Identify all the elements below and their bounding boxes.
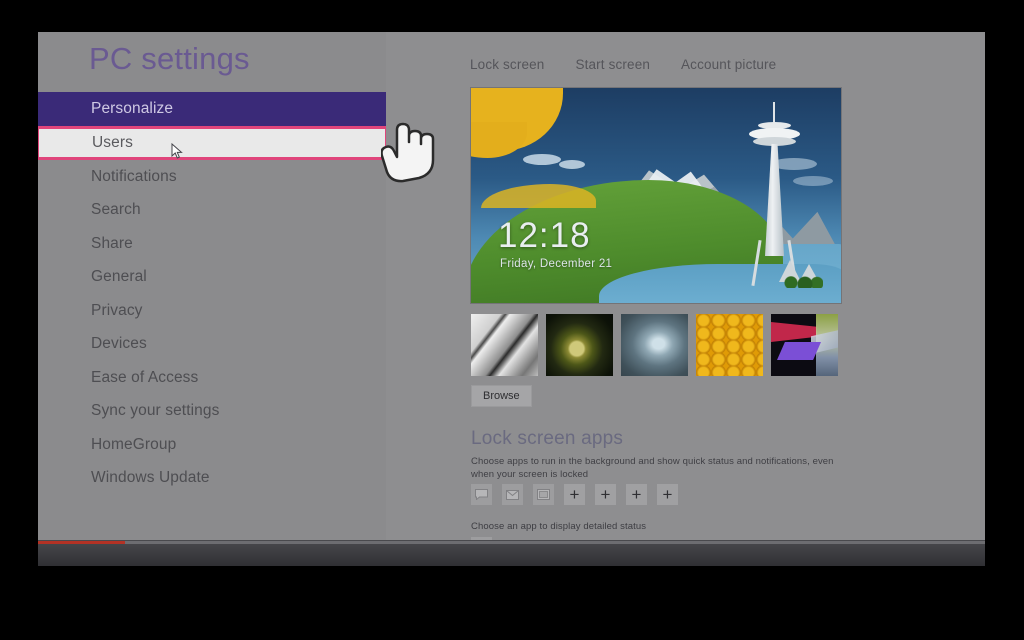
sidebar-item-label: Ease of Access <box>91 368 199 386</box>
lock-screen-clock: 12:18 <box>498 216 591 255</box>
plus-icon: + <box>569 485 580 504</box>
hand-pointer-cursor <box>381 122 435 183</box>
plus-icon: + <box>662 485 673 504</box>
detailed-status-label: Choose an app to display detailed status <box>471 521 647 532</box>
sidebar-item-homegroup[interactable]: HomeGroup <box>38 428 386 462</box>
tab-start-screen[interactable]: Start screen <box>575 57 650 72</box>
settings-content-pane: Lock screen Start screen Account picture <box>386 32 985 540</box>
sidebar-item-label: Windows Update <box>91 469 210 486</box>
add-app-button[interactable]: + <box>626 484 647 505</box>
sidebar-item-search[interactable]: Search <box>38 193 386 227</box>
sidebar-item-label: Sync your settings <box>91 402 220 419</box>
piano-keys-thumbnail[interactable] <box>471 314 538 376</box>
sidebar-item-privacy[interactable]: Privacy <box>38 294 386 328</box>
lock-screen-date: Friday, December 21 <box>500 258 613 270</box>
honeycomb-thumbnail[interactable] <box>696 314 763 376</box>
sidebar-item-personalize[interactable]: Personalize <box>38 92 386 126</box>
sidebar-item-general[interactable]: General <box>38 260 386 294</box>
abstract-geometric-thumbnail[interactable] <box>771 314 838 376</box>
chat-icon[interactable] <box>471 484 492 505</box>
settings-sidebar: PC settings Personalize Users Notificati… <box>38 32 388 540</box>
space-needle-icon <box>727 102 823 292</box>
sidebar-item-label: Share <box>91 234 133 252</box>
add-app-button[interactable]: + <box>595 484 616 505</box>
sidebar-item-label: Search <box>91 201 141 218</box>
cloud-icon <box>559 160 585 169</box>
mail-icon[interactable] <box>502 484 523 505</box>
browse-button[interactable]: Browse <box>471 385 532 407</box>
lock-screen-preview[interactable]: 12:18 Friday, December 21 <box>471 88 841 303</box>
sidebar-item-label: Personalize <box>91 100 174 117</box>
sidebar-item-notifications[interactable]: Notifications <box>38 160 386 194</box>
sidebar-item-label: General <box>91 268 147 285</box>
content-tabs: Lock screen Start screen Account picture <box>470 57 776 72</box>
lock-screen-apps-description: Choose apps to run in the background and… <box>471 456 834 480</box>
sidebar-item-devices[interactable]: Devices <box>38 327 386 361</box>
mail-icon <box>506 489 519 500</box>
tunnel-thumbnail[interactable] <box>621 314 688 376</box>
nautilus-shell-thumbnail[interactable] <box>546 314 613 376</box>
lock-screen-apps-list: + + + + <box>471 484 678 505</box>
sidebar-item-label: Devices <box>91 335 147 352</box>
calendar-icon <box>537 489 550 500</box>
cloud-icon <box>523 154 561 165</box>
sidebar-item-ease-of-access[interactable]: Ease of Access <box>38 361 386 395</box>
screen-root: PC settings Personalize Users Notificati… <box>0 0 1024 640</box>
sidebar-item-label: HomeGroup <box>91 435 177 453</box>
tab-lock-screen[interactable]: Lock screen <box>470 57 544 72</box>
settings-nav-list: Personalize Users Notifications Search S… <box>38 92 388 495</box>
sidebar-item-windows-update[interactable]: Windows Update <box>38 461 386 495</box>
calendar-icon[interactable] <box>533 484 554 505</box>
sidebar-item-share[interactable]: Share <box>38 227 386 261</box>
arrow-cursor <box>171 143 183 159</box>
chat-icon <box>475 489 488 500</box>
plus-icon: + <box>631 485 642 504</box>
plus-icon: + <box>600 485 611 504</box>
pc-settings-window: PC settings Personalize Users Notificati… <box>38 32 985 540</box>
progress-track[interactable] <box>38 541 985 544</box>
lock-screen-apps-heading: Lock screen apps <box>471 428 624 449</box>
sidebar-item-label: Users <box>92 133 133 151</box>
sidebar-item-sync-your-settings[interactable]: Sync your settings <box>38 394 386 428</box>
sidebar-item-label: Privacy <box>91 301 143 319</box>
sidebar-item-users[interactable]: Users <box>38 125 388 160</box>
add-app-button[interactable]: + <box>564 484 585 505</box>
page-title: PC settings <box>89 41 250 76</box>
progress-fill <box>38 541 125 544</box>
lock-screen-image-choices <box>471 314 838 376</box>
add-app-button[interactable]: + <box>657 484 678 505</box>
sidebar-item-label: Notifications <box>91 167 177 185</box>
tab-account-picture[interactable]: Account picture <box>681 57 776 72</box>
